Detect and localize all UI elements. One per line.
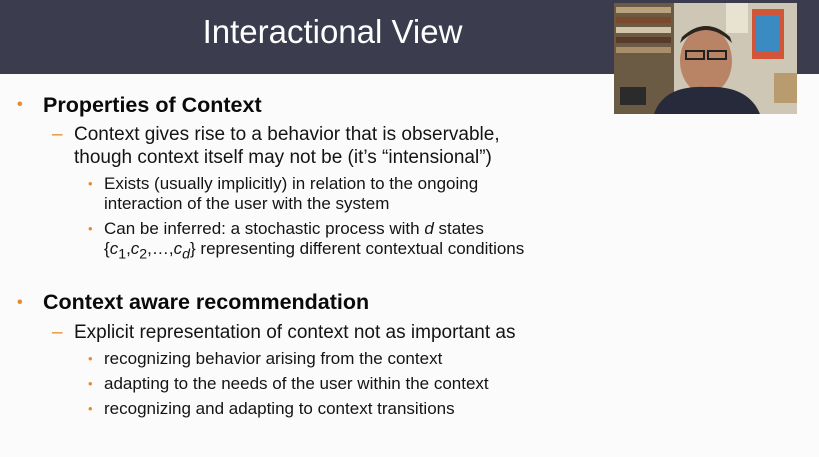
item-bullet: • xyxy=(88,401,93,416)
item-bullet: • xyxy=(88,351,93,366)
item-inferred-line1: Can be inferred: a stochastic process wi… xyxy=(104,219,484,238)
item-recognizing-transitions: recognizing and adapting to context tran… xyxy=(104,399,455,418)
heading-bullet: • xyxy=(17,96,23,113)
sub-point-line1: Context gives rise to a behavior that is… xyxy=(74,124,500,145)
item-adapting-needs: adapting to the needs of the user within… xyxy=(104,374,489,393)
section-heading-properties: Properties of Context xyxy=(43,93,262,117)
item-exists-line2: interaction of the user with the system xyxy=(104,194,390,213)
slide-content: • Properties of Context – Context gives … xyxy=(0,0,819,457)
item-inferred-line2: {c1,c2,…,cd} representing different cont… xyxy=(104,239,525,263)
item-bullet: • xyxy=(88,221,93,236)
sub-point-line2: though context itself may not be (it’s “… xyxy=(74,147,492,168)
heading-bullet: • xyxy=(17,294,23,311)
sub-dash: – xyxy=(52,124,63,145)
item-recognizing-behavior: recognizing behavior arising from the co… xyxy=(104,349,443,368)
sub-point-explicit: Explicit representation of context not a… xyxy=(74,322,516,343)
item-bullet: • xyxy=(88,176,93,191)
item-exists-line1: Exists (usually implicitly) in relation … xyxy=(104,174,479,193)
item-bullet: • xyxy=(88,376,93,391)
slide: Interactional View • Properties of Conte… xyxy=(0,0,819,457)
sub-dash: – xyxy=(52,322,63,343)
section-heading-context-aware: Context aware recommendation xyxy=(43,290,370,314)
